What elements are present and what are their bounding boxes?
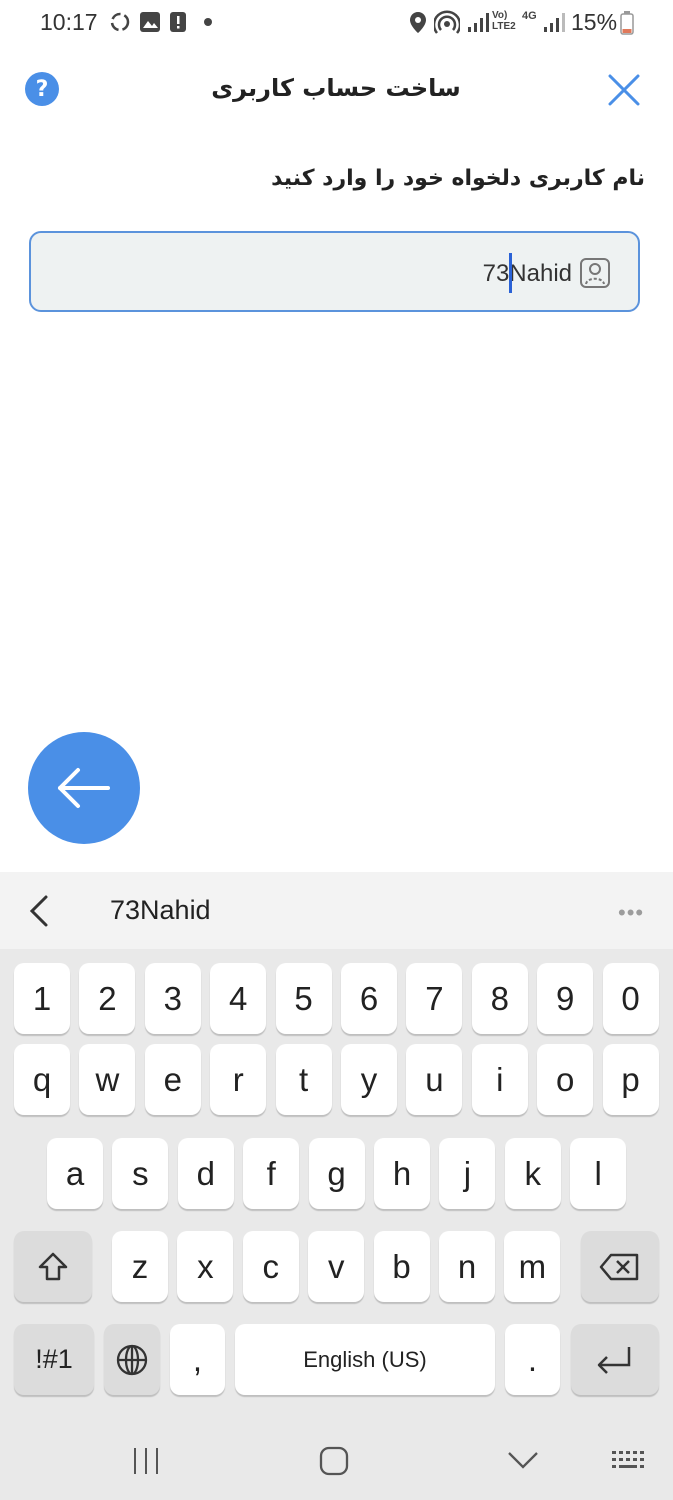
username-value: 73Nahid [482,260,572,287]
key-a[interactable]: a [47,1138,103,1209]
suggestion-bar: 73Nahid ••• [0,872,673,949]
alert-icon [170,12,186,32]
username-prompt: نام کاربری دلخواه خود را وارد کنید [271,166,645,191]
location-icon [410,12,426,33]
keyboard-icon[interactable] [610,1448,648,1476]
shift-icon [38,1252,68,1280]
close-button[interactable] [604,70,644,110]
text-caret [509,253,512,293]
shift-key[interactable] [14,1231,92,1302]
sync-icon [110,12,130,32]
help-button[interactable]: ? [25,72,59,106]
period-key[interactable]: . [505,1324,560,1395]
key-x[interactable]: x [177,1231,234,1302]
key-4[interactable]: 4 [210,963,267,1034]
chevron-left-icon[interactable] [26,894,52,928]
key-u[interactable]: u [406,1044,463,1115]
key-y[interactable]: y [341,1044,397,1115]
enter-key[interactable] [571,1324,659,1395]
suggestion-word[interactable]: 73Nahid [110,895,211,926]
4g-icon: 4G [522,10,537,22]
close-icon [608,74,640,106]
key-m[interactable]: m [504,1231,561,1302]
key-7[interactable]: 7 [406,963,463,1034]
key-5[interactable]: 5 [275,963,332,1034]
next-button[interactable] [28,732,140,844]
key-r[interactable]: r [210,1044,267,1115]
globe-icon [116,1344,148,1375]
backspace-key[interactable] [581,1231,659,1302]
hotspot-icon [434,10,460,34]
signal-icon [468,13,489,32]
status-time: 10:17 [40,9,98,35]
key-b[interactable]: b [373,1231,430,1302]
volte-icon: Vo) LTE2 [492,10,516,32]
key-v[interactable]: v [308,1231,365,1302]
recent-apps-icon[interactable] [130,1445,162,1477]
dot-icon [204,18,212,26]
more-options-icon[interactable]: ••• [618,900,644,926]
enter-icon [597,1346,631,1374]
arrow-left-icon [58,768,110,808]
key-1[interactable]: 1 [14,963,70,1034]
key-s[interactable]: s [112,1138,169,1209]
key-n[interactable]: n [439,1231,495,1302]
battery-icon [620,11,634,35]
key-9[interactable]: 9 [537,963,594,1034]
key-o[interactable]: o [537,1044,594,1115]
key-g[interactable]: g [308,1138,365,1209]
page-title: ساخت حساب کاربری [211,74,461,102]
hide-keyboard-icon[interactable] [506,1448,540,1472]
key-f[interactable]: f [243,1138,300,1209]
key-q[interactable]: q [14,1044,70,1115]
key-0[interactable]: 0 [602,963,659,1034]
home-icon[interactable] [318,1445,350,1477]
key-e[interactable]: e [144,1044,201,1115]
key-2[interactable]: 2 [79,963,136,1034]
battery-percent: 15% [571,9,618,35]
keyboard: 73Nahid ••• !#1 , English (US) . 1 2 3 4… [0,872,673,1500]
symbols-key[interactable]: !#1 [14,1324,94,1395]
user-badge-icon [580,258,610,288]
signal-icon [544,13,565,32]
key-h[interactable]: h [374,1138,430,1209]
key-p[interactable]: p [602,1044,659,1115]
username-input[interactable]: 73Nahid [29,231,640,312]
key-3[interactable]: 3 [144,963,201,1034]
comma-key[interactable]: , [170,1324,225,1395]
key-d[interactable]: d [177,1138,234,1209]
key-c[interactable]: c [242,1231,299,1302]
key-j[interactable]: j [439,1138,496,1209]
navigation-bar [0,1430,673,1500]
key-i[interactable]: i [471,1044,528,1115]
key-l[interactable]: l [570,1138,627,1209]
language-key[interactable] [104,1324,160,1395]
key-z[interactable]: z [112,1231,168,1302]
image-icon [140,12,160,32]
key-6[interactable]: 6 [341,963,397,1034]
key-t[interactable]: t [275,1044,332,1115]
space-key[interactable]: English (US) [235,1324,495,1395]
key-k[interactable]: k [504,1138,561,1209]
backspace-icon [599,1253,639,1280]
status-bar: 10:17 Vo) LTE2 4G 15% [0,0,673,46]
key-8[interactable]: 8 [471,963,528,1034]
key-w[interactable]: w [79,1044,136,1115]
